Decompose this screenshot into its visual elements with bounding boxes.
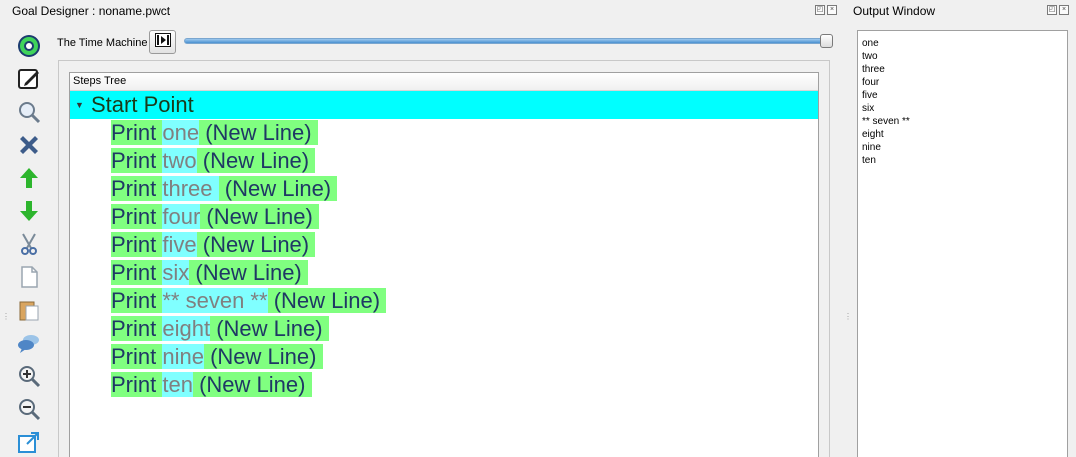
delete-icon[interactable] [15, 131, 43, 159]
edit-icon[interactable] [15, 65, 43, 93]
output-line: nine [862, 142, 881, 153]
step-keyword: Print [111, 344, 157, 369]
tree-root-start-point[interactable]: ▼ Start Point [70, 91, 818, 119]
step-keyword: Print [111, 232, 157, 257]
right-splitter-grip[interactable]: ⋮ [844, 312, 852, 321]
left-splitter-grip[interactable]: ⋮ [2, 312, 10, 321]
steps-tree-header: Steps Tree [70, 73, 818, 91]
time-machine-slider-handle[interactable] [820, 34, 833, 48]
steps-tree[interactable]: Steps Tree ▼ Start Point Print one (New … [69, 72, 819, 457]
step-keyword: Print [111, 176, 157, 201]
output-line: ten [862, 155, 876, 166]
goal-designer-title: Goal Designer : noname.pwct [12, 4, 171, 18]
goal-designer-dock-buttons: ◰ × [815, 5, 837, 15]
step-keyword: Print [111, 148, 157, 173]
move-down-icon[interactable] [15, 197, 43, 225]
step-value: ** seven ** [162, 288, 268, 313]
step-keyword: Print [111, 372, 157, 397]
root-label: Start Point [91, 92, 194, 117]
search-icon[interactable] [15, 98, 43, 126]
close-button[interactable]: × [827, 5, 837, 15]
output-line: one [862, 38, 879, 49]
step-suffix: (New Line) [195, 260, 302, 285]
comment-icon[interactable] [15, 329, 43, 357]
vertical-toolbar [12, 30, 46, 457]
zoom-out-icon[interactable] [15, 395, 43, 423]
collapse-arrow-icon[interactable]: ▼ [75, 91, 84, 119]
tree-step-print[interactable]: Print eight (New Line) [111, 315, 329, 343]
tree-step-print[interactable]: Print six (New Line) [111, 259, 308, 287]
step-suffix: (New Line) [210, 344, 317, 369]
step-value: three [162, 176, 219, 201]
paste-icon[interactable] [15, 296, 43, 324]
output-lines: one two three four five six ** seven ** eight ni… [862, 37, 1067, 167]
tree-step-print[interactable]: Print ten (New Line) [111, 371, 312, 399]
tree-step-print[interactable]: Print four (New Line) [111, 203, 319, 231]
output-line: two [862, 51, 878, 62]
step-suffix: (New Line) [199, 372, 306, 397]
logo-icon[interactable] [15, 32, 43, 60]
output-window-title: Output Window [853, 4, 936, 18]
step-value: eight [162, 316, 211, 341]
move-up-icon[interactable] [15, 164, 43, 192]
output-line: ** seven ** [862, 116, 910, 127]
step-keyword: Print [111, 316, 157, 341]
time-machine-slider[interactable] [184, 38, 826, 44]
output-window[interactable]: one two three four five six ** seven ** eight ni… [857, 30, 1068, 457]
step-value: six [162, 260, 190, 285]
output-line: eight [862, 129, 884, 140]
zoom-in-icon[interactable] [15, 362, 43, 390]
step-suffix: (New Line) [216, 316, 323, 341]
output-line: four [862, 77, 880, 88]
time-machine-label: The Time Machine [57, 37, 148, 49]
step-suffix: (New Line) [224, 176, 332, 201]
step-value: ten [162, 372, 193, 397]
step-keyword: Print [111, 204, 157, 229]
play-button[interactable] [149, 30, 176, 54]
step-suffix: (New Line) [273, 288, 381, 313]
step-value: two [162, 148, 197, 173]
tree-step-print[interactable]: Print nine (New Line) [111, 343, 323, 371]
copy-icon[interactable] [15, 263, 43, 291]
step-value: one [162, 120, 200, 145]
step-keyword: Print [111, 260, 157, 285]
play-icon [154, 32, 171, 52]
output-line: three [862, 64, 885, 75]
step-suffix: (New Line) [202, 148, 310, 173]
step-keyword: Print [111, 288, 157, 313]
step-suffix: (New Line) [206, 204, 313, 229]
step-value: five [162, 232, 197, 257]
step-value: four [162, 204, 201, 229]
output-window-dock-buttons: ◰ × [1047, 5, 1069, 15]
step-keyword: Print [111, 120, 157, 145]
output-line: five [862, 90, 878, 101]
window-icon[interactable] [15, 428, 43, 456]
step-value: nine [162, 344, 204, 369]
close-button[interactable]: × [1059, 5, 1069, 15]
tree-step-print[interactable]: Print two (New Line) [111, 147, 316, 175]
float-button[interactable]: ◰ [815, 5, 825, 15]
step-suffix: (New Line) [205, 120, 312, 145]
tree-step-print[interactable]: Print ** seven ** (New Line) [111, 287, 387, 315]
step-suffix: (New Line) [202, 232, 310, 257]
cut-icon[interactable] [15, 230, 43, 258]
float-button[interactable]: ◰ [1047, 5, 1057, 15]
output-line: six [862, 103, 875, 114]
tree-step-print[interactable]: Print one (New Line) [111, 119, 318, 147]
tree-step-print[interactable]: Print five (New Line) [111, 231, 316, 259]
tree-step-print[interactable]: Print three (New Line) [111, 175, 338, 203]
